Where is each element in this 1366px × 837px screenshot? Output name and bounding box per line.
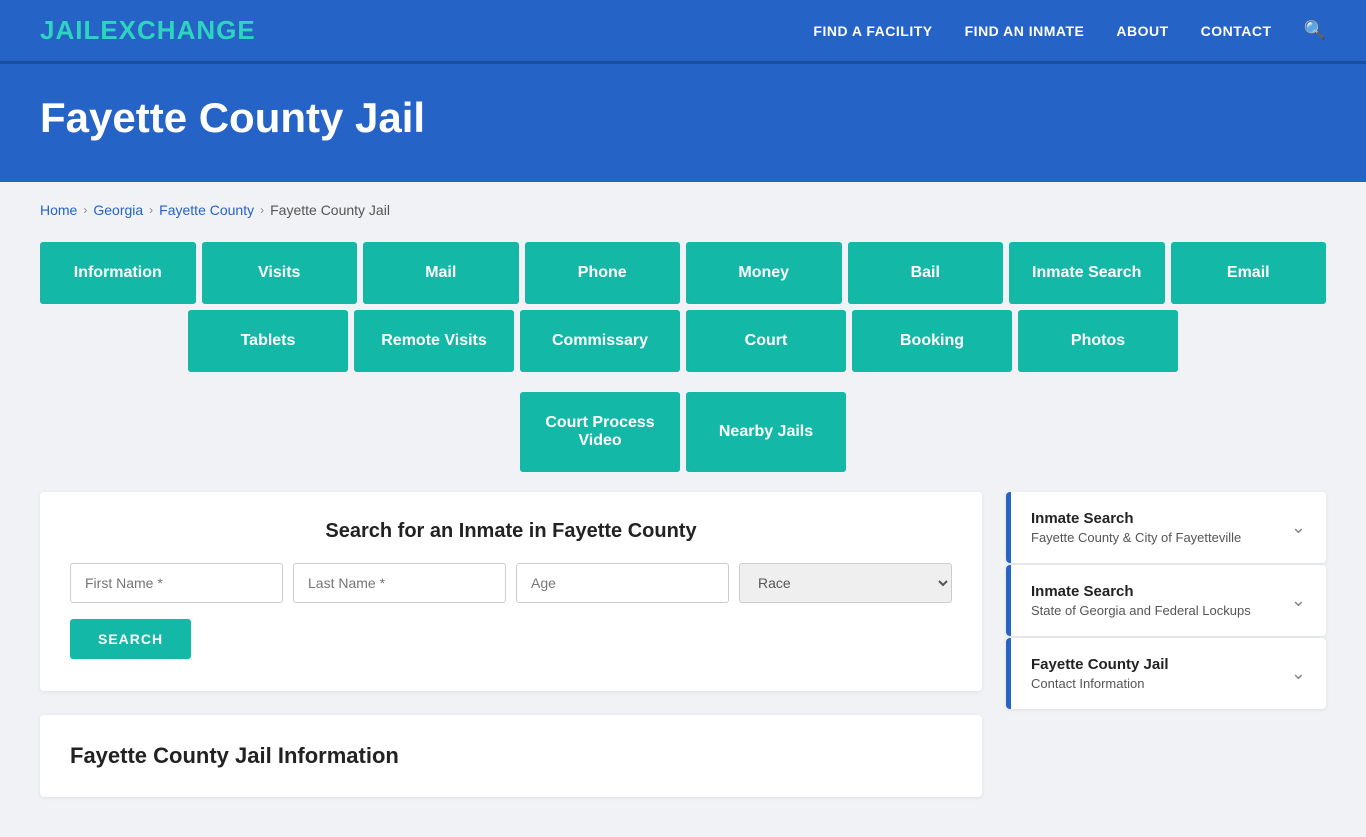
breadcrumb-item-0[interactable]: Home [40, 202, 77, 218]
hero-section: Fayette County Jail [0, 64, 1366, 182]
search-fields: RaceWhiteBlackHispanicAsianOther [70, 563, 952, 603]
nav-link-contact[interactable]: CONTACT [1201, 23, 1272, 39]
sidebar-card-contact-info: Fayette County Jail Contact Information ⌄ [1006, 638, 1326, 709]
breadcrumb-separator: › [149, 203, 153, 217]
grid-btn-bail[interactable]: Bail [848, 242, 1004, 304]
grid-btn-court[interactable]: Court [686, 310, 846, 372]
sidebar-card-subtitle: State of Georgia and Federal Lockups [1031, 603, 1251, 618]
nav-link-find-inmate[interactable]: FIND AN INMATE [965, 23, 1085, 39]
site-logo[interactable]: JAILEXCHANGE [40, 15, 256, 46]
breadcrumb-separator: › [260, 203, 264, 217]
grid-btn-information[interactable]: Information [40, 242, 196, 304]
breadcrumb-separator: › [83, 203, 87, 217]
grid-btn-mail[interactable]: Mail [363, 242, 519, 304]
search-button[interactable]: SEARCH [70, 619, 191, 659]
grid-row3: Court Process VideoNearby Jails [40, 392, 1326, 472]
last-name-input[interactable] [293, 563, 506, 603]
grid-btn-booking[interactable]: Booking [852, 310, 1012, 372]
nav-link-about[interactable]: ABOUT [1116, 23, 1168, 39]
breadcrumb-current: Fayette County Jail [270, 202, 390, 218]
right-column: Inmate Search Fayette County & City of Fa… [1006, 492, 1326, 711]
chevron-down-icon: ⌄ [1291, 590, 1306, 611]
logo-jail: JAIL [40, 15, 100, 45]
sidebar-card-title: Inmate Search [1031, 583, 1251, 600]
sidebar-card-header-inmate-search-local[interactable]: Inmate Search Fayette County & City of Fa… [1006, 492, 1326, 563]
breadcrumb-item-1[interactable]: Georgia [93, 202, 143, 218]
navbar: JAILEXCHANGE FIND A FACILITY FIND AN INMA… [0, 0, 1366, 64]
sidebar-card-subtitle: Fayette County & City of Fayetteville [1031, 530, 1241, 545]
sidebar-card-inmate-search-state: Inmate Search State of Georgia and Federa… [1006, 565, 1326, 636]
page-title: Fayette County Jail [40, 94, 1326, 142]
info-section: Fayette County Jail Information [40, 715, 982, 797]
grid-btn-email[interactable]: Email [1171, 242, 1327, 304]
sidebar-card-header-contact-info[interactable]: Fayette County Jail Contact Information ⌄ [1006, 638, 1326, 709]
nav-links: FIND A FACILITY FIND AN INMATE ABOUT CONTAC… [813, 20, 1326, 41]
nav-link-find-facility[interactable]: FIND A FACILITY [813, 23, 932, 39]
race-select[interactable]: RaceWhiteBlackHispanicAsianOther [739, 563, 952, 603]
grid-btn-court-process-video[interactable]: Court Process Video [520, 392, 680, 472]
sidebar-card-inmate-search-local: Inmate Search Fayette County & City of Fa… [1006, 492, 1326, 563]
sidebar-card-title: Inmate Search [1031, 510, 1241, 527]
grid-btn-phone[interactable]: Phone [525, 242, 681, 304]
breadcrumb-item-2[interactable]: Fayette County [159, 202, 254, 218]
chevron-down-icon: ⌄ [1291, 517, 1306, 538]
grid-btn-money[interactable]: Money [686, 242, 842, 304]
search-heading: Search for an Inmate in Fayette County [70, 520, 952, 543]
grid-btn-tablets[interactable]: Tablets [188, 310, 348, 372]
grid-row1-row2: InformationVisitsMailPhoneMoneyBailInmat… [40, 242, 1326, 372]
grid-btn-photos[interactable]: Photos [1018, 310, 1178, 372]
grid-btn-visits[interactable]: Visits [202, 242, 358, 304]
search-icon[interactable]: 🔍 [1304, 20, 1326, 41]
grid-btn-inmate-search[interactable]: Inmate Search [1009, 242, 1165, 304]
grid-btn-nearby-jails[interactable]: Nearby Jails [686, 392, 846, 472]
breadcrumb: Home › Georgia › Fayette County › Fayette Coun… [40, 202, 1326, 218]
left-column: Search for an Inmate in Fayette County R… [40, 492, 982, 797]
info-heading: Fayette County Jail Information [70, 743, 952, 769]
grid-btn-remote-visits[interactable]: Remote Visits [354, 310, 514, 372]
main-columns: Search for an Inmate in Fayette County R… [40, 492, 1326, 797]
first-name-input[interactable] [70, 563, 283, 603]
content-area: Home › Georgia › Fayette County › Fayette Coun… [0, 182, 1366, 837]
sidebar-card-title: Fayette County Jail [1031, 656, 1169, 673]
inmate-search-box: Search for an Inmate in Fayette County R… [40, 492, 982, 691]
sidebar-card-header-inmate-search-state[interactable]: Inmate Search State of Georgia and Federa… [1006, 565, 1326, 636]
age-input[interactable] [516, 563, 729, 603]
chevron-down-icon: ⌄ [1291, 663, 1306, 684]
logo-exchange: EXCHANGE [100, 15, 255, 45]
sidebar-card-subtitle: Contact Information [1031, 676, 1169, 691]
grid-btn-commissary[interactable]: Commissary [520, 310, 680, 372]
